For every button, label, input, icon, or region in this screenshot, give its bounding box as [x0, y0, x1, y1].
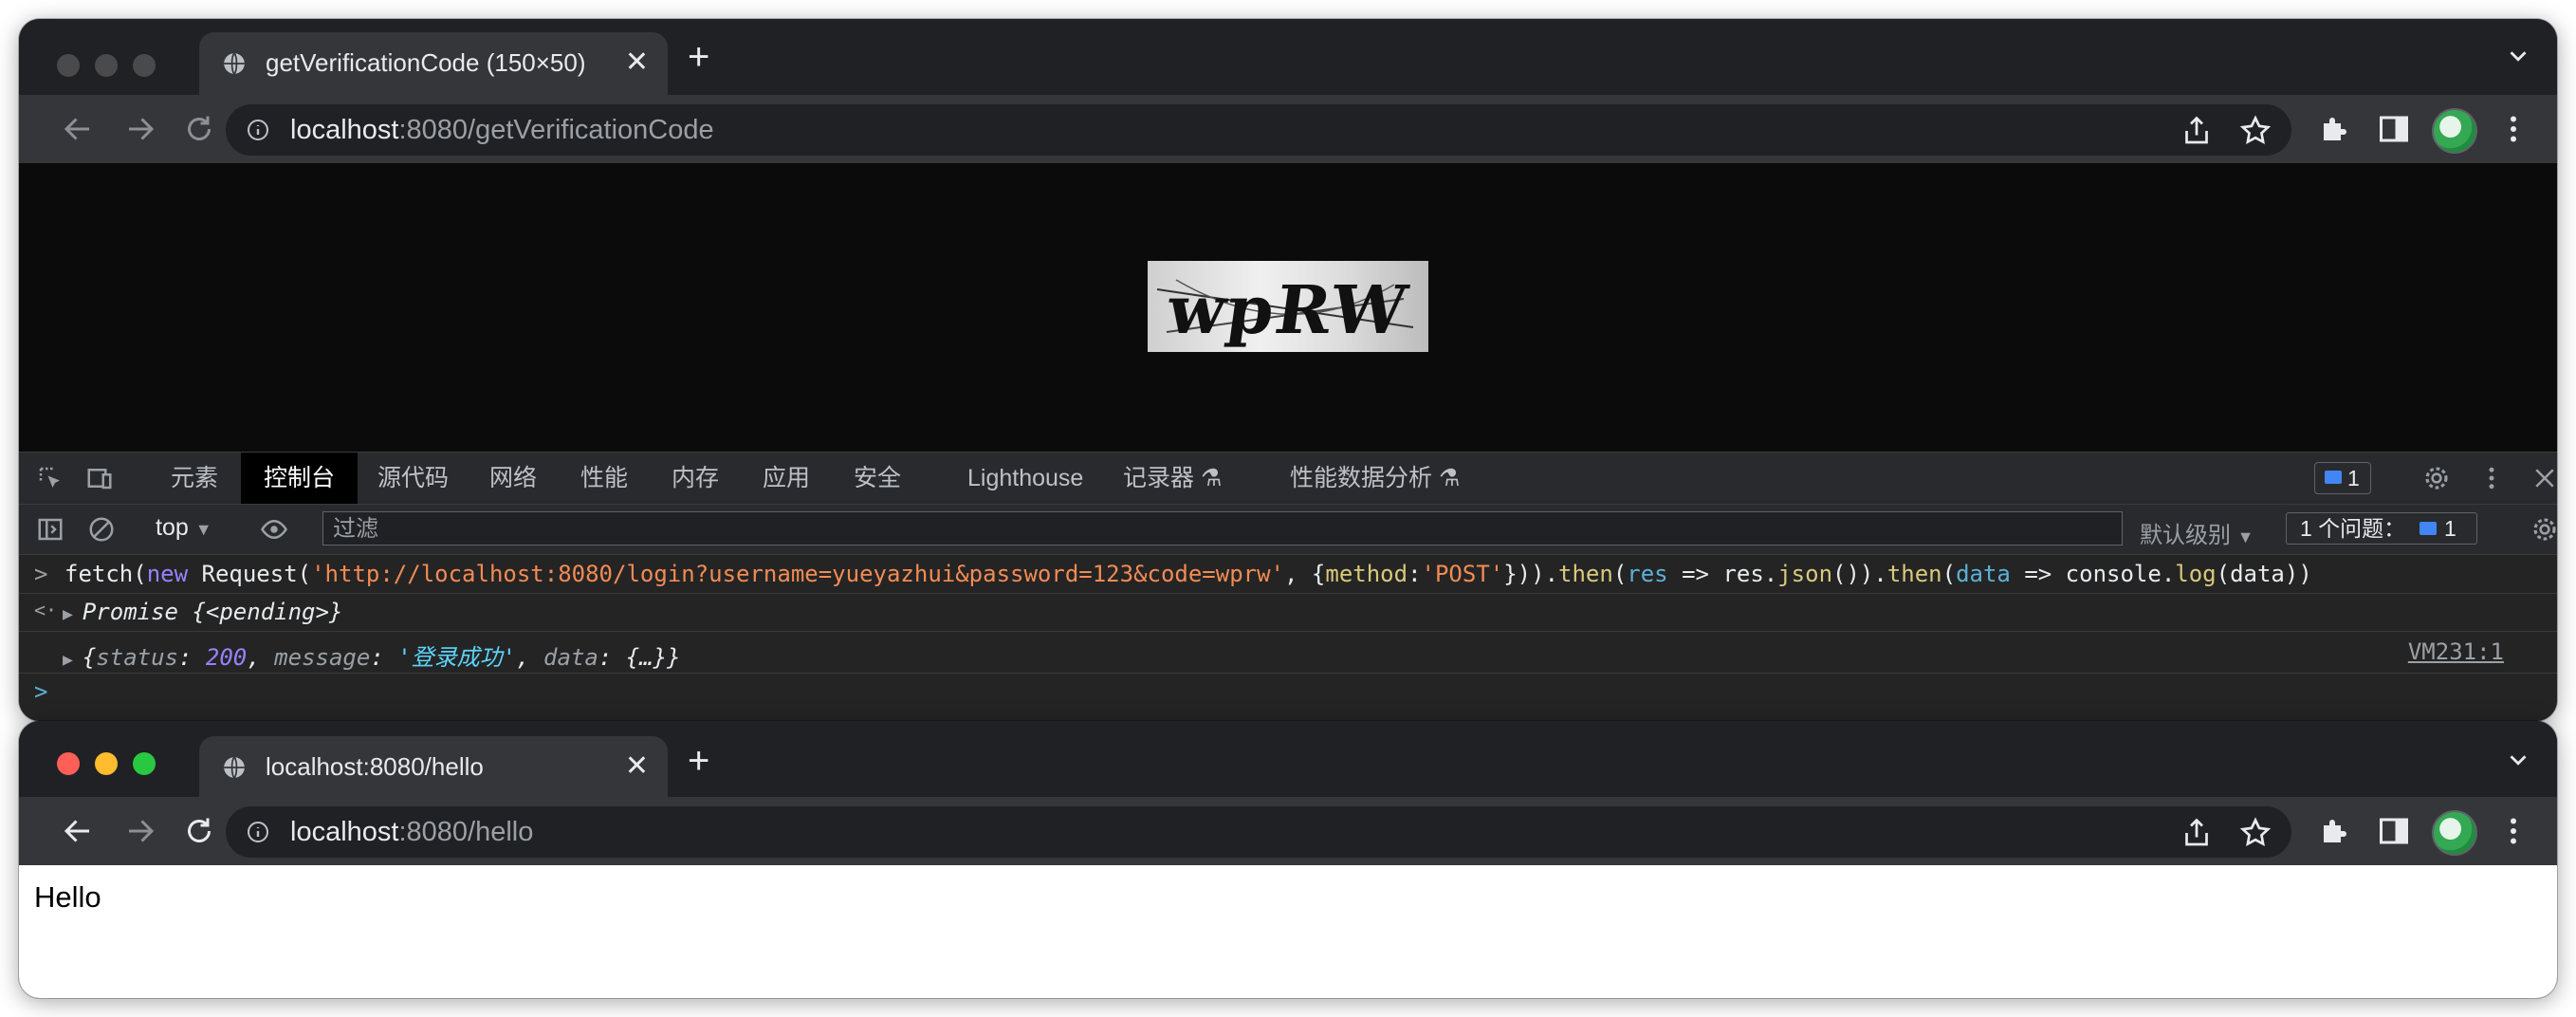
console-input-line[interactable]: > fetch(new Request('http://localhost:80… [19, 555, 2557, 594]
address-bar[interactable]: localhost:8080/getVerificationCode [226, 104, 2291, 156]
captcha-image: wpRW [1148, 261, 1428, 352]
browser-toolbar: localhost:8080/hello [19, 797, 2557, 865]
share-icon[interactable] [2180, 816, 2214, 850]
settings-gear-icon[interactable] [2422, 464, 2451, 492]
issues-button[interactable]: 1 个问题： 1 [2286, 512, 2477, 545]
tab-get-verification-code[interactable]: getVerificationCode (150×50) ✕ [199, 32, 668, 95]
log-object-value: ▶ {status: 200, message: '登录成功', data: {…… [63, 644, 681, 671]
kebab-menu-icon[interactable] [2496, 112, 2530, 146]
profile-avatar[interactable] [2432, 810, 2477, 856]
message-icon [2325, 471, 2342, 484]
tab-performance-insights[interactable]: 性能数据分析 ⚗ [1290, 453, 1460, 504]
share-icon[interactable] [2180, 114, 2214, 148]
console-result-promise[interactable]: <· ▶ Promise {<pending>} [19, 593, 2557, 632]
site-info-icon[interactable] [247, 119, 269, 141]
filter-input[interactable]: 过滤 [322, 511, 2123, 545]
tab-strip: getVerificationCode (150×50) ✕ + [19, 19, 2557, 95]
console-prompt[interactable]: > [19, 673, 2557, 711]
extensions-puzzle-icon[interactable] [2318, 814, 2352, 848]
tab-sources[interactable]: 源代码 [377, 453, 449, 504]
tab-title: getVerificationCode (150×50) [266, 48, 586, 77]
console-settings-gear-icon[interactable] [2530, 515, 2557, 544]
tab-strip: localhost:8080/hello ✕ + [19, 721, 2557, 799]
minimize-window-button[interactable] [95, 54, 118, 77]
tab-recorder[interactable]: 记录器 ⚗ [1123, 453, 1222, 504]
captcha-text: wpRW [1163, 270, 1414, 349]
page-viewport: Hello [19, 865, 2557, 998]
page-viewport: wpRW [19, 163, 2557, 452]
console-log-object[interactable]: ▶ {status: 200, message: '登录成功', data: {…… [19, 631, 2557, 674]
back-arrow-icon[interactable] [61, 814, 95, 848]
devtools-menu-icon[interactable] [2477, 464, 2506, 492]
console-output: > fetch(new Request('http://localhost:80… [19, 555, 2557, 721]
site-info-icon[interactable] [247, 821, 269, 843]
tab-title: localhost:8080/hello [266, 752, 484, 781]
close-devtools-icon[interactable] [2530, 464, 2557, 492]
zoom-window-button[interactable] [133, 752, 156, 775]
sidebar-toggle-icon[interactable] [36, 515, 64, 544]
extensions-puzzle-icon[interactable] [2318, 112, 2352, 146]
devtools-panel: 元素 控制台 源代码 网络 性能 内存 应用 安全 Lighthouse 记录器… [19, 452, 2557, 721]
devtools-tab-bar: 元素 控制台 源代码 网络 性能 内存 应用 安全 Lighthouse 记录器… [19, 453, 2557, 505]
reload-icon[interactable] [182, 112, 216, 146]
clear-console-icon[interactable] [87, 515, 116, 544]
page-body-text: Hello [34, 880, 101, 914]
address-bar[interactable]: localhost:8080/hello [226, 806, 2291, 858]
tab-lighthouse[interactable]: Lighthouse [967, 453, 1083, 504]
close-window-button[interactable] [57, 752, 80, 775]
tab-hello[interactable]: localhost:8080/hello ✕ [199, 736, 668, 799]
close-tab-icon[interactable]: ✕ [625, 46, 649, 79]
tab-console[interactable]: 控制台 [241, 453, 359, 504]
tab-application[interactable]: 应用 [763, 453, 810, 504]
kebab-menu-icon[interactable] [2496, 814, 2530, 848]
bookmark-star-icon[interactable] [2238, 114, 2272, 148]
browser-toolbar: localhost:8080/getVerificationCode [19, 95, 2557, 163]
inspect-element-icon[interactable] [36, 464, 64, 492]
reload-icon[interactable] [182, 814, 216, 848]
tab-network[interactable]: 网络 [489, 453, 537, 504]
profile-avatar[interactable] [2432, 108, 2477, 154]
tab-memory[interactable]: 内存 [672, 453, 719, 504]
device-toolbar-icon[interactable] [85, 464, 114, 492]
url-text: localhost:8080/hello [290, 817, 534, 847]
side-panel-icon[interactable] [2377, 112, 2411, 146]
tab-security[interactable]: 安全 [854, 453, 901, 504]
chevron-down-icon[interactable] [2504, 746, 2532, 774]
live-expression-eye-icon[interactable] [260, 515, 288, 544]
globe-icon [224, 52, 245, 75]
source-link[interactable]: VM231:1 [2408, 638, 2504, 665]
console-command: fetch(new Request('http://localhost:8080… [64, 561, 2312, 587]
browser-window-hello: localhost:8080/hello ✕ + localhost:8080/… [19, 721, 2557, 998]
new-tab-button[interactable]: + [688, 36, 709, 79]
back-arrow-icon[interactable] [61, 112, 95, 146]
minimize-window-button[interactable] [95, 752, 118, 775]
bookmark-star-icon[interactable] [2238, 816, 2272, 850]
log-levels-dropdown[interactable]: 默认级别 ▼ [2140, 516, 2254, 549]
browser-window-captcha: getVerificationCode (150×50) ✕ + localho… [19, 19, 2557, 721]
messages-badge[interactable]: 1 [2314, 462, 2371, 494]
zoom-window-button[interactable] [133, 54, 156, 77]
chevron-down-icon[interactable] [2504, 42, 2532, 70]
forward-arrow-icon[interactable] [123, 814, 157, 848]
forward-arrow-icon[interactable] [123, 112, 157, 146]
console-toolbar: top ▼ 过滤 默认级别 ▼ 1 个问题： 1 [19, 505, 2557, 555]
side-panel-icon[interactable] [2377, 814, 2411, 848]
new-tab-button[interactable]: + [688, 740, 709, 783]
close-tab-icon[interactable]: ✕ [625, 749, 649, 783]
tab-elements[interactable]: 元素 [171, 453, 218, 504]
tab-performance[interactable]: 性能 [580, 453, 628, 504]
globe-icon [224, 756, 245, 779]
promise-value: ▶ Promise {<pending>} [63, 599, 343, 625]
url-text: localhost:8080/getVerificationCode [290, 115, 714, 145]
issue-message-icon [2420, 522, 2437, 535]
context-selector[interactable]: top ▼ [156, 514, 212, 542]
close-window-button[interactable] [57, 54, 80, 77]
